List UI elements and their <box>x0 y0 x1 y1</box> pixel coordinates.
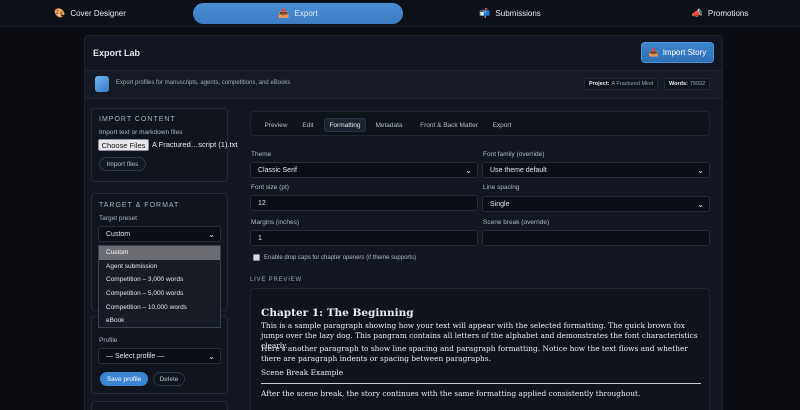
margins-input[interactable]: 1 <box>250 230 478 246</box>
next-panel <box>91 401 228 410</box>
import-story-label: Import Story <box>662 48 707 57</box>
tab-export[interactable]: Export <box>488 118 516 132</box>
word-count-badge: Words: 79932 <box>664 78 711 90</box>
panel-header: Export Lab 📥 Import Story <box>85 36 722 71</box>
page-subtitle: Export profiles for manuscripts, agents,… <box>116 80 291 86</box>
words-label: Words: <box>669 81 688 87</box>
live-preview-panel: Chapter 1: The Beginning This is a sampl… <box>250 288 710 410</box>
nav-tab-promotions[interactable]: 📣 Promotions <box>680 3 760 24</box>
preview-paragraph: After the scene break, the story continu… <box>261 389 641 398</box>
top-nav: 🎨 Cover Designer 📤 Export 📬 Submissions … <box>0 0 800 27</box>
preview-chapter-title: Chapter 1: The Beginning <box>261 307 414 319</box>
tab-front-back-matter[interactable]: Front & Back Matter <box>413 118 485 132</box>
font-family-value: Use theme default <box>490 166 547 174</box>
line-spacing-value: Single <box>490 200 510 208</box>
save-profile-button[interactable]: Save profile <box>100 372 148 386</box>
scene-break-label: Scene break (override) <box>483 219 550 226</box>
nav-tab-label: Export <box>294 9 318 18</box>
nav-tab-label: Submissions <box>495 9 541 18</box>
nav-tab-label: Promotions <box>707 9 749 18</box>
tab-edit[interactable]: Edit <box>296 118 320 132</box>
line-spacing-select[interactable]: Single ⌄ <box>482 196 710 212</box>
megaphone-icon: 📣 <box>691 8 703 18</box>
editor-tabs: Preview Edit Formatting Metadata Front &… <box>250 111 710 136</box>
target-preset-select[interactable]: Custom ⌄ <box>98 226 221 242</box>
import-hint: Import text or markdown files <box>99 129 183 136</box>
nav-tab-cover-designer[interactable]: 🎨 Cover Designer <box>40 3 140 24</box>
tab-formatting[interactable]: Formatting <box>324 118 366 132</box>
dropdown-option[interactable]: Competition – 5,000 words <box>99 287 220 301</box>
dropdown-option[interactable]: Competition – 10,000 words <box>99 300 220 314</box>
scene-break-rule <box>261 383 701 384</box>
palette-icon: 🎨 <box>54 8 66 18</box>
target-preset-value: Custom <box>106 230 131 238</box>
font-size-input[interactable]: 12 <box>250 195 478 211</box>
theme-label: Theme <box>251 151 272 158</box>
selected-file-name: A Fractured…script (1).txt <box>152 140 238 149</box>
profile-label: Profile <box>99 337 118 344</box>
choose-files-button[interactable]: Choose Files <box>98 139 149 151</box>
chevron-down-icon: ⌄ <box>697 166 704 175</box>
import-files-button[interactable]: Import files <box>99 157 146 171</box>
page-title: Export Lab <box>93 48 141 58</box>
import-icon: 📥 <box>648 48 659 57</box>
project-label: Project: <box>589 81 610 87</box>
nav-tab-submissions[interactable]: 📬 Submissions <box>465 3 555 24</box>
import-content-heading: IMPORT CONTENT <box>99 116 176 123</box>
font-family-select[interactable]: Use theme default ⌄ <box>482 162 710 178</box>
theme-select[interactable]: Classic Serif ⌄ <box>250 162 478 178</box>
dropdown-option[interactable]: Competition – 3,000 words <box>99 273 220 287</box>
dropdown-option[interactable]: Agent submission <box>99 260 220 274</box>
target-format-heading: TARGET & FORMAT <box>99 202 180 209</box>
words-value: 79932 <box>689 81 706 87</box>
mailbox-icon: 📬 <box>479 8 491 18</box>
drop-caps-checkbox[interactable] <box>253 254 260 261</box>
project-badge: Project: A Fractured Mind <box>584 78 659 90</box>
chevron-down-icon: ⌄ <box>208 352 215 361</box>
project-value: A Fractured Mind <box>611 81 654 87</box>
delete-profile-button[interactable]: Delete <box>153 372 185 386</box>
nav-tab-export[interactable]: 📤 Export <box>193 3 403 24</box>
font-family-label: Font family (override) <box>483 151 545 158</box>
import-story-button[interactable]: 📥 Import Story <box>641 42 714 63</box>
drop-caps-label: Enable drop caps for chapter openers (if… <box>264 255 417 261</box>
preview-paragraph: Here's another paragraph to show line sp… <box>261 344 688 363</box>
theme-value: Classic Serif <box>258 166 297 174</box>
target-preset-label: Target preset <box>99 215 137 222</box>
nav-tab-label: Cover Designer <box>70 9 126 18</box>
project-bar: Export profiles for manuscripts, agents,… <box>85 71 722 99</box>
margins-label: Margins (inches) <box>251 219 300 226</box>
profile-value: — Select profile — <box>106 352 165 360</box>
tab-preview[interactable]: Preview <box>259 118 293 132</box>
target-preset-dropdown: Custom Agent submission Competition – 3,… <box>98 245 221 328</box>
outbox-icon: 📤 <box>278 8 290 18</box>
export-app-icon <box>95 76 109 92</box>
chevron-down-icon: ⌄ <box>465 166 472 175</box>
dropdown-option[interactable]: eBook <box>99 314 220 328</box>
chevron-down-icon: ⌄ <box>208 230 215 239</box>
profile-select[interactable]: — Select profile — ⌄ <box>98 348 221 364</box>
font-size-label: Font size (pt) <box>251 184 289 191</box>
live-preview-label: LIVE PREVIEW <box>250 277 302 283</box>
dropdown-option[interactable]: Custom <box>99 246 220 260</box>
preview-scene-break-example: Scene Break Example <box>261 368 344 377</box>
line-spacing-label: Line spacing <box>483 184 520 191</box>
scene-break-input[interactable] <box>482 230 710 246</box>
chevron-down-icon: ⌄ <box>697 200 704 209</box>
tab-metadata[interactable]: Metadata <box>370 118 408 132</box>
